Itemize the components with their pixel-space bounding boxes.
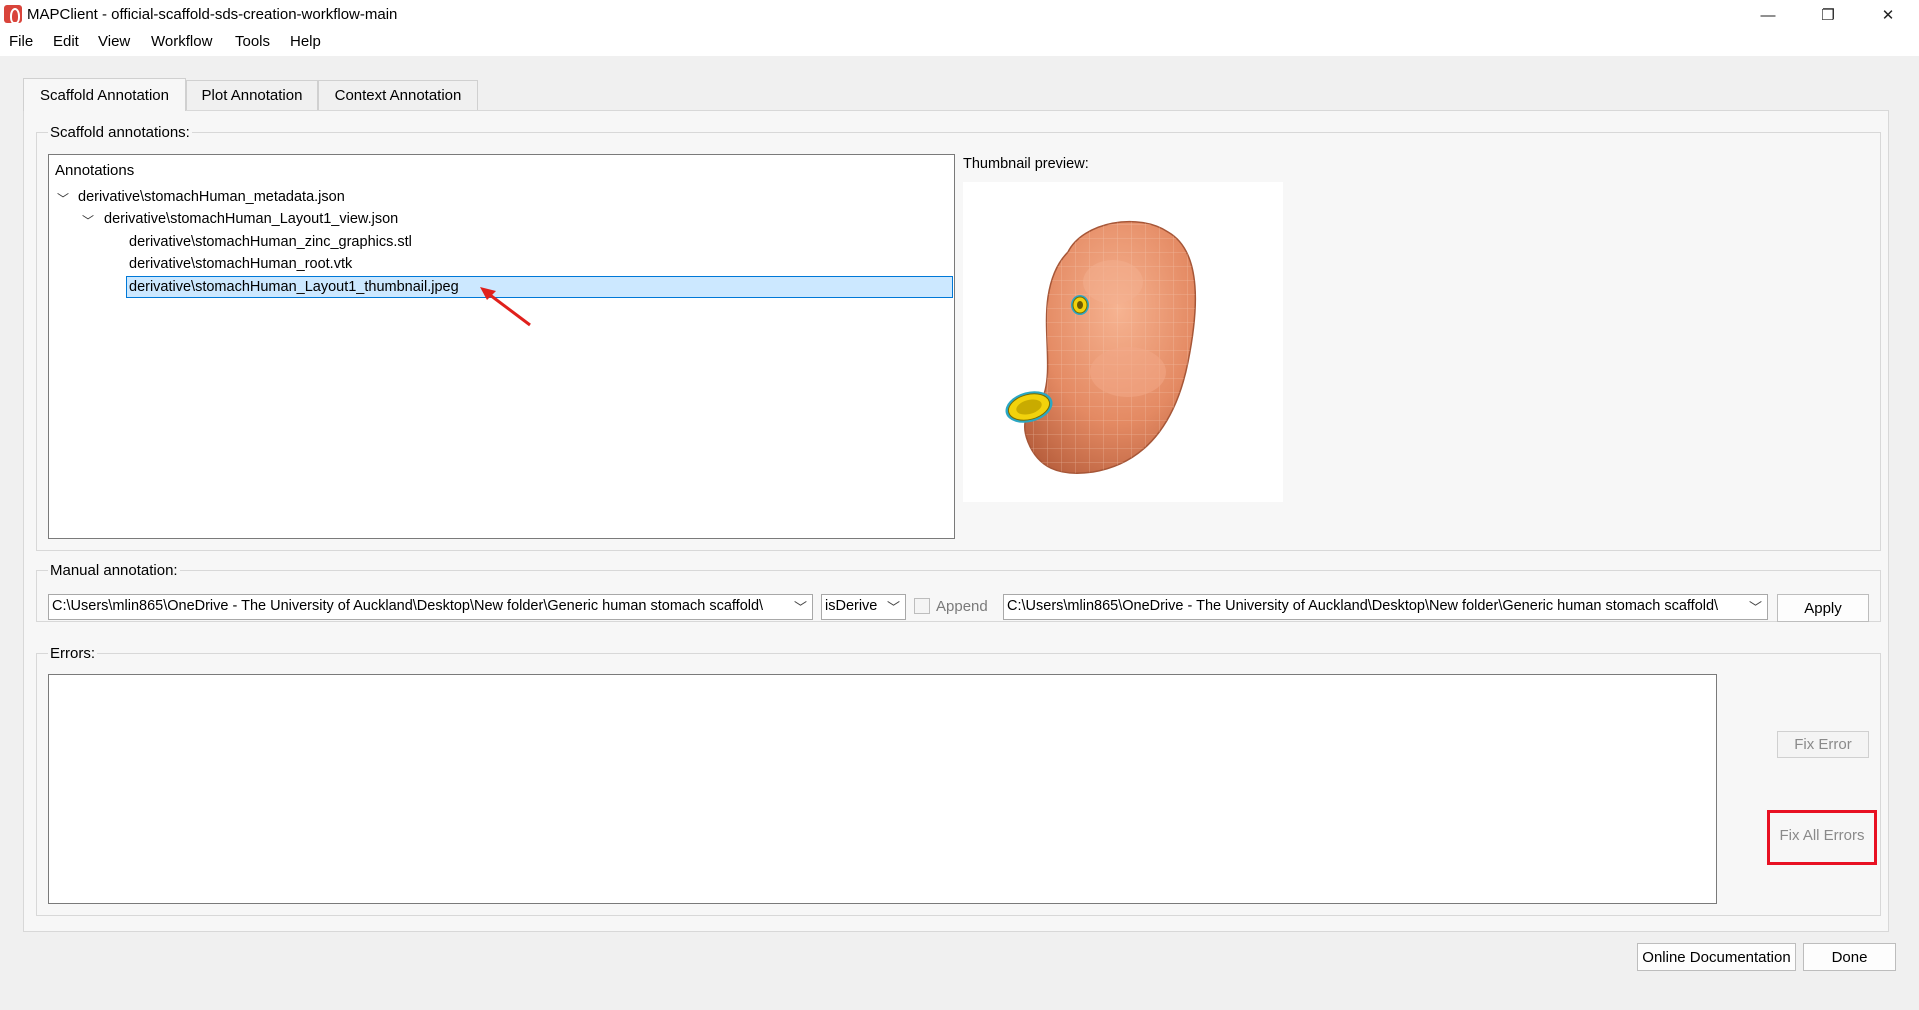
predicate-combo-value: isDerive xyxy=(825,598,878,614)
chevron-down-icon: ﹀ xyxy=(793,600,807,615)
restore-button[interactable]: ❐ xyxy=(1800,0,1856,30)
subject-combo-value: C:\Users\mlin865\OneDrive - The Universi… xyxy=(52,598,764,614)
chevron-down-icon[interactable]: ﹀ xyxy=(82,212,94,229)
append-label: Append xyxy=(936,598,988,615)
errors-label: Errors: xyxy=(48,645,97,662)
thumbnail-preview-image xyxy=(963,182,1283,502)
menu-file[interactable]: File xyxy=(9,33,33,50)
tree-item-zinc-graphics[interactable]: derivative\stomachHuman_zinc_graphics.st… xyxy=(129,234,412,250)
chevron-down-icon[interactable]: ﹀ xyxy=(57,190,69,207)
red-arrow-annotation xyxy=(480,287,531,327)
append-checkbox[interactable] xyxy=(914,598,930,614)
menu-help[interactable]: Help xyxy=(290,33,321,50)
menu-tools[interactable]: Tools xyxy=(235,33,270,50)
thumbnail-preview-label: Thumbnail preview: xyxy=(963,156,1089,172)
tree-item-thumbnail-jpeg[interactable]: derivative\stomachHuman_Layout1_thumbnai… xyxy=(129,279,459,295)
tree-item-layout-view[interactable]: derivative\stomachHuman_Layout1_view.jso… xyxy=(104,211,398,227)
window-title: MAPClient - official-scaffold-sds-creati… xyxy=(27,6,398,23)
red-highlight-box xyxy=(1767,810,1877,865)
tab-scaffold-annotation[interactable]: Scaffold Annotation xyxy=(23,78,186,111)
app-logo-icon xyxy=(4,5,22,24)
done-button[interactable]: Done xyxy=(1803,943,1896,971)
minimize-button[interactable]: — xyxy=(1740,0,1796,30)
predicate-combo[interactable]: isDerive ﹀ xyxy=(821,594,906,620)
tab-context-annotation[interactable]: Context Annotation xyxy=(318,80,478,110)
tab-plot-annotation[interactable]: Plot Annotation xyxy=(186,80,318,110)
menu-view[interactable]: View xyxy=(98,33,130,50)
scaffold-annotations-label: Scaffold annotations: xyxy=(48,124,192,141)
fix-error-button[interactable]: Fix Error xyxy=(1777,731,1869,758)
restore-icon: ❐ xyxy=(1821,7,1835,24)
menu-edit[interactable]: Edit xyxy=(53,33,79,50)
menu-bar xyxy=(0,30,1919,56)
apply-button[interactable]: Apply xyxy=(1777,594,1869,622)
close-button[interactable]: ✕ xyxy=(1860,0,1916,30)
tree-item-root-vtk[interactable]: derivative\stomachHuman_root.vtk xyxy=(129,256,352,272)
annotations-tree-header: Annotations xyxy=(55,162,135,179)
minimize-icon: — xyxy=(1760,6,1776,24)
online-documentation-button[interactable]: Online Documentation xyxy=(1637,943,1796,971)
tree-item-metadata[interactable]: derivative\stomachHuman_metadata.json xyxy=(78,189,345,205)
errors-list[interactable] xyxy=(48,674,1717,904)
object-combo[interactable]: C:\Users\mlin865\OneDrive - The Universi… xyxy=(1003,594,1768,620)
object-combo-value: C:\Users\mlin865\OneDrive - The Universi… xyxy=(1007,598,1719,614)
chevron-down-icon: ﹀ xyxy=(1748,600,1762,615)
subject-combo[interactable]: C:\Users\mlin865\OneDrive - The Universi… xyxy=(48,594,813,620)
close-icon: ✕ xyxy=(1881,7,1895,24)
stomach-scaffold-icon xyxy=(1005,220,1197,474)
manual-annotation-label: Manual annotation: xyxy=(48,562,180,579)
chevron-down-icon: ﹀ xyxy=(886,600,900,615)
menu-workflow[interactable]: Workflow xyxy=(151,33,212,50)
